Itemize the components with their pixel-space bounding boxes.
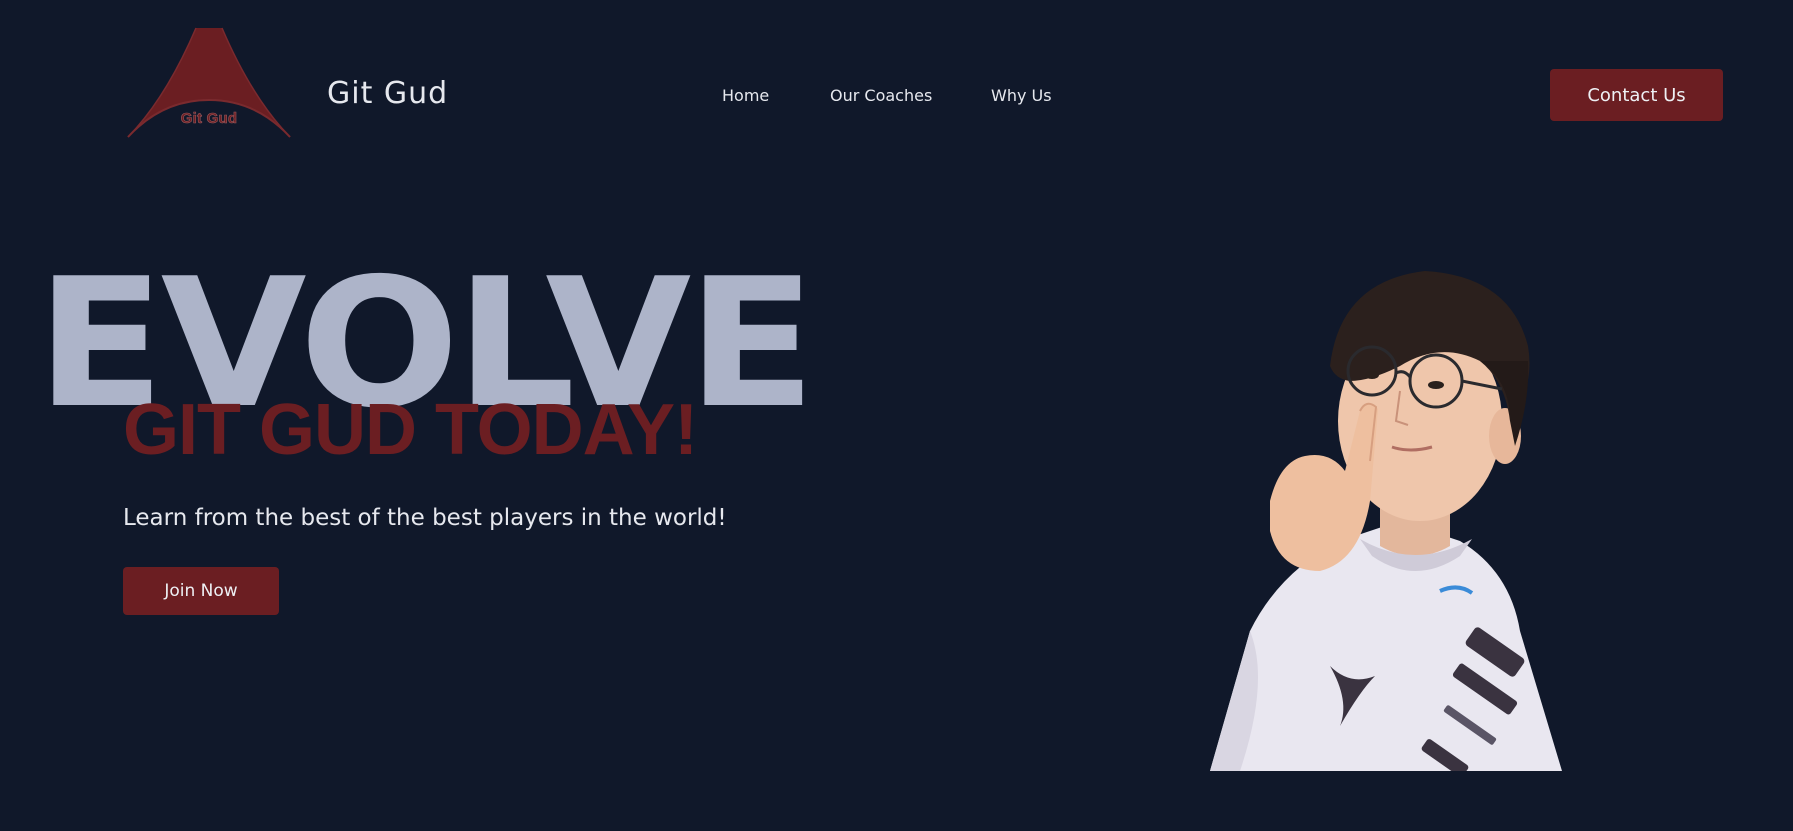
nav-our-coaches-link[interactable]: Our Coaches	[830, 86, 932, 105]
contact-us-button[interactable]: Contact Us	[1550, 69, 1723, 121]
join-now-button[interactable]: Join Now	[123, 567, 279, 615]
hero-tagline: Learn from the best of the best players …	[123, 505, 727, 531]
player-photo	[1210, 271, 1586, 777]
nav-home-link[interactable]: Home	[722, 86, 769, 105]
main-nav: Home Our Coaches Why Us	[0, 86, 1793, 106]
player-photo-icon	[1210, 271, 1562, 777]
site-logo[interactable]: Git Gud	[126, 26, 292, 140]
hero-headline: GIT GUD TODAY!	[123, 390, 698, 470]
nav-why-us-link[interactable]: Why Us	[991, 86, 1052, 105]
logo-text: Git Gud	[180, 110, 238, 128]
